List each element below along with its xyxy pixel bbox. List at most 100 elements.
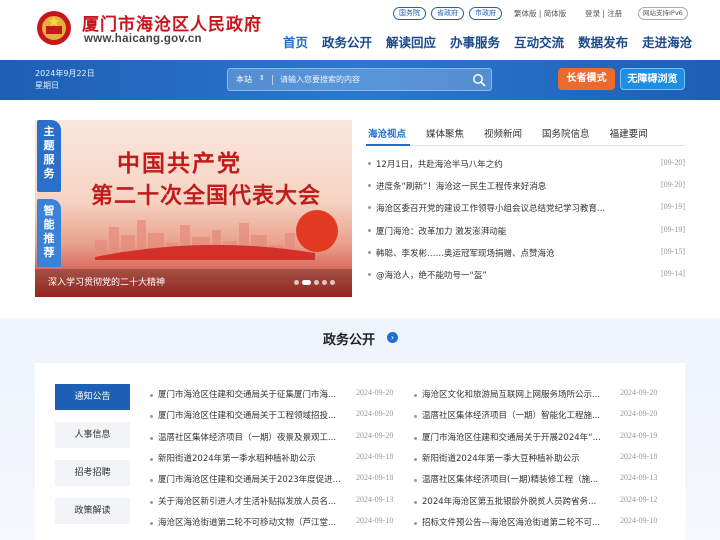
- carousel-dot[interactable]: [322, 280, 327, 285]
- search-icon[interactable]: [472, 73, 486, 87]
- link-state-council[interactable]: 国务院: [393, 7, 426, 20]
- nav-interaction[interactable]: 互动交流: [514, 32, 564, 51]
- announcement-title[interactable]: 温厝社区集体经济项目(一期)精装修工程（施...: [422, 473, 608, 485]
- news-title[interactable]: 进度条“刷新”！海沧这一民生工程传来好消息: [376, 180, 546, 192]
- nav-about[interactable]: 走进海沧: [642, 32, 692, 51]
- link-city[interactable]: 市政府: [469, 7, 502, 20]
- table-row[interactable]: 温厝社区集体经济项目（一期）夜景及景观工... 2024-09-20: [150, 431, 400, 443]
- news-title[interactable]: 厦门海沧：改革加力 激发澎湃动能: [376, 225, 506, 237]
- table-row[interactable]: 厦门市海沧区住建和交通局关于2023年度促进... 2024-09-18: [150, 473, 400, 485]
- news-list: 12月1日，共赴海沧半马八年之约 [09-20] 进度条“刷新”！海沧这一民生工程…: [368, 154, 685, 287]
- banner-caption[interactable]: 深入学习贯彻党的二十大精神: [48, 275, 165, 288]
- list-item[interactable]: 韩聪、李发彬……奥运冠军现场捐赠、点赞海沧 [09-15]: [368, 243, 685, 265]
- nav-data[interactable]: 数据发布: [578, 32, 628, 51]
- nav-interpretation[interactable]: 解读回应: [386, 32, 436, 51]
- side-tab-smart-recommend[interactable]: 智能推荐: [37, 199, 61, 267]
- caret-updown-icon[interactable]: ⇕: [259, 74, 265, 82]
- tab-haicang-view[interactable]: 海沧视点: [368, 126, 406, 140]
- bullet-icon: [414, 436, 417, 440]
- banner-headline-2: 第二十次全国代表大会: [91, 183, 322, 209]
- news-title[interactable]: @海沧人，绝不能叻号一“盔”: [376, 269, 487, 281]
- announcement-title[interactable]: 温厝社区集体经济项目（一期）夜景及景观工...: [158, 431, 344, 443]
- announcement-title[interactable]: 温厝社区集体经济项目（一期）智能化工程施...: [422, 409, 608, 421]
- bullet-icon: [414, 500, 417, 504]
- tab-video-news[interactable]: 视频新闻: [484, 126, 522, 140]
- table-row[interactable]: 厦门市海沧区住建和交通局关于工程领域招投... 2024-09-20: [150, 409, 400, 421]
- list-item[interactable]: 海沧区委召开党的建设工作领导小组会议总结党纪学习教育... [09-19]: [368, 198, 685, 220]
- announcement-title[interactable]: 新阳街道2024年第一季大豆种植补助公示: [422, 452, 608, 464]
- carousel-dot-active[interactable]: [302, 280, 311, 285]
- table-row[interactable]: 新阳街道2024年第一季大豆种植补助公示 2024-09-18: [414, 452, 664, 464]
- news-tabs: 海沧视点 媒体聚焦 视频新闻 国务院信息 福建要闻: [368, 126, 648, 140]
- side-tab-theme-service[interactable]: 主题服务: [37, 120, 61, 192]
- site-title[interactable]: 厦门市海沧区人民政府: [82, 10, 262, 35]
- chevron-right-icon[interactable]: ›: [387, 332, 398, 343]
- news-title[interactable]: 海沧区委召开党的建设工作领导小组会议总结党纪学习教育...: [376, 202, 605, 214]
- bullet-icon: [150, 457, 153, 461]
- announcement-date: 2024-09-13: [356, 494, 394, 504]
- link-province[interactable]: 省政府: [431, 7, 464, 20]
- main-nav: 首页 政务公开 解读回应 办事服务 互动交流 数据发布 走进海沧: [283, 32, 692, 51]
- table-row[interactable]: 厦门市海沧区住建和交通局关于征集厦门市海... 2024-09-20: [150, 388, 400, 400]
- table-row[interactable]: 2024年海沧区第五批银龄外脱贫人员跨省务... 2024-09-12: [414, 495, 664, 507]
- nav-home[interactable]: 首页: [283, 32, 308, 51]
- carousel-dot[interactable]: [294, 280, 299, 285]
- carousel-dot[interactable]: [314, 280, 319, 285]
- accessibility-button[interactable]: 无障碍浏览: [620, 68, 685, 90]
- news-title[interactable]: 韩聪、李发彬……奥运冠军现场捐赠、点赞海沧: [376, 247, 555, 259]
- list-item[interactable]: @海沧人，绝不能叻号一“盔” [09-14]: [368, 265, 685, 287]
- table-row[interactable]: 厦门市海沧区住建和交通局关于开展2024年“... 2024-09-19: [414, 431, 664, 443]
- announcement-title[interactable]: 关于海沧区新引进人才生活补贴拟发放人员名...: [158, 495, 344, 507]
- announcement-title[interactable]: 海沧区文化和旅游局互联网上网服务场所公示...: [422, 388, 608, 400]
- list-item[interactable]: 进度条“刷新”！海沧这一民生工程传来好消息 [09-20]: [368, 176, 685, 198]
- list-item[interactable]: 厦门海沧：改革加力 激发澎湃动能 [09-19]: [368, 221, 685, 243]
- table-row[interactable]: 海沧区文化和旅游局互联网上网服务场所公示... 2024-09-20: [414, 388, 664, 400]
- table-row[interactable]: 新阳街道2024年第一季水稻种植补助公示 2024-09-18: [150, 452, 400, 464]
- table-row[interactable]: 招标文件预公告—海沧区海沧街道第二轮不可... 2024-09-10: [414, 516, 664, 528]
- announcement-date: 2024-09-12: [620, 494, 658, 504]
- tab-media-focus[interactable]: 媒体聚焦: [426, 126, 464, 140]
- announcement-date: 2024-09-18: [356, 473, 394, 483]
- login-register[interactable]: 登录 | 注册: [585, 8, 622, 19]
- announcement-title[interactable]: 招标文件预公告—海沧区海沧街道第二轮不可...: [422, 516, 608, 528]
- bullet-icon: [414, 415, 417, 419]
- announcement-title[interactable]: 海沧区海沧街道第二轮不可移动文物（芦江堂...: [158, 516, 344, 528]
- category-personnel[interactable]: 人事信息: [55, 422, 130, 448]
- list-item[interactable]: 12月1日，共赴海沧半马八年之约 [09-20]: [368, 154, 685, 176]
- announcement-title[interactable]: 厦门市海沧区住建和交通局关于开展2024年“...: [422, 431, 608, 443]
- announcement-date: 2024-09-20: [356, 430, 394, 440]
- side-tab-label: 主题服务: [43, 125, 55, 180]
- search-input[interactable]: [280, 72, 460, 87]
- announcement-title[interactable]: 厦门市海沧区住建和交通局关于征集厦门市海...: [158, 388, 344, 400]
- national-emblem-icon[interactable]: [36, 8, 72, 48]
- hero-banner[interactable]: 中国共产党 第二十次全国代表大会 深入学习贯彻党的二十大精神: [35, 120, 352, 297]
- table-row[interactable]: 温厝社区集体经济项目(一期)精装修工程（施... 2024-09-13: [414, 473, 664, 485]
- table-row[interactable]: 海沧区海沧街道第二轮不可移动文物（芦江堂... 2024-09-10: [150, 516, 400, 528]
- news-date: [09-19]: [661, 224, 685, 234]
- banner-headline-1: 中国共产党: [117, 150, 242, 177]
- bullet-icon: [368, 250, 371, 254]
- category-policy[interactable]: 政策解读: [55, 498, 130, 524]
- news-date: [09-20]: [661, 180, 685, 190]
- section-title[interactable]: 政务公开: [323, 329, 375, 348]
- news-date: [09-20]: [661, 158, 685, 167]
- nav-services[interactable]: 办事服务: [450, 32, 500, 51]
- announcement-date: 2024-09-10: [620, 515, 658, 525]
- announcement-title[interactable]: 厦门市海沧区住建和交通局关于2023年度促进...: [158, 473, 344, 485]
- announcement-title[interactable]: 厦门市海沧区住建和交通局关于工程领域招投...: [158, 409, 344, 421]
- announcement-title[interactable]: 新阳街道2024年第一季水稻种植补助公示: [158, 452, 344, 464]
- elder-mode-button[interactable]: 长者模式: [558, 68, 615, 90]
- category-recruitment[interactable]: 招考招聘: [55, 460, 130, 486]
- tab-fujian-news[interactable]: 福建要闻: [610, 126, 648, 140]
- search-scope-select[interactable]: 本站: [236, 74, 252, 85]
- nav-gov-open[interactable]: 政务公开: [322, 32, 372, 51]
- announcement-date: 2024-09-20: [356, 388, 394, 397]
- carousel-dot[interactable]: [330, 280, 335, 285]
- category-notices[interactable]: 通知公告: [55, 384, 130, 410]
- language-switch[interactable]: 繁体版 | 简体版: [514, 8, 566, 19]
- tab-state-council-info[interactable]: 国务院信息: [542, 126, 590, 140]
- table-row[interactable]: 关于海沧区新引进人才生活补贴拟发放人员名... 2024-09-13: [150, 495, 400, 507]
- table-row[interactable]: 温厝社区集体经济项目（一期）智能化工程施... 2024-09-20: [414, 409, 664, 421]
- news-title[interactable]: 12月1日，共赴海沧半马八年之约: [376, 158, 503, 170]
- announcement-title[interactable]: 2024年海沧区第五批银龄外脱贫人员跨省务...: [422, 495, 608, 507]
